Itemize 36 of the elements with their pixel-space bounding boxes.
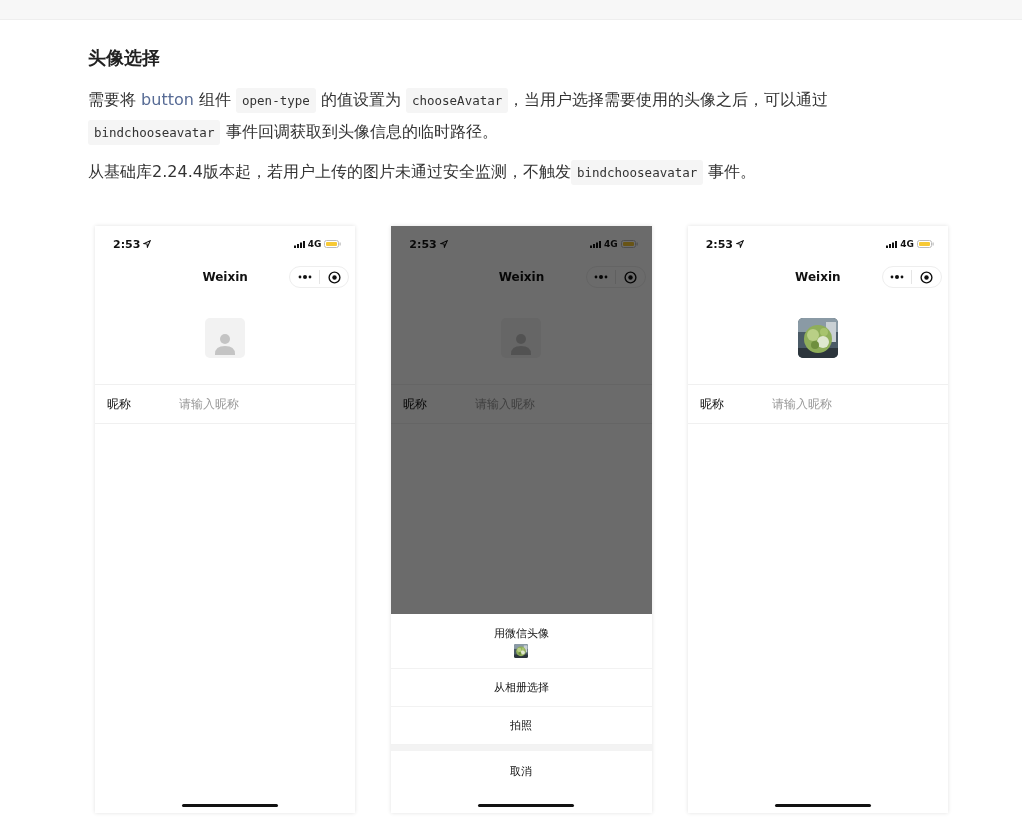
network-label: 4G xyxy=(900,239,914,249)
battery-icon xyxy=(324,240,342,248)
button-link[interactable]: button xyxy=(141,90,194,109)
nickname-label: 昵称 xyxy=(699,395,725,413)
inline-code: bindchooseavatar xyxy=(88,120,221,145)
paragraph: 从基础库2.24.4版本起，若用户上传的图片未通过安全监测，不触发 bindchooseavatar 事件。 xyxy=(88,156,948,188)
signal-icon xyxy=(590,240,601,248)
more-icon[interactable] xyxy=(890,275,905,279)
battery-icon xyxy=(620,240,638,248)
sheet-option[interactable]: 用微信头像 xyxy=(391,614,652,669)
nickname-label: 昵称 xyxy=(107,395,132,413)
network-label: 4G xyxy=(604,239,618,249)
location-icon xyxy=(143,240,152,248)
signal-icon xyxy=(293,240,305,248)
close-icon[interactable] xyxy=(327,270,341,284)
nickname-field[interactable]: 请输入昵称 xyxy=(179,397,329,411)
status-time: 2:53 xyxy=(113,237,141,251)
inline-code: bindchooseavatar xyxy=(570,160,704,185)
nickname-label: 昵称 xyxy=(403,395,429,413)
paragraph: 需要将 button 组件 open-type 的值设置为 chooseAvatar ，当用户选择需要使用的头像之后，可以通过 bindchooseavatar 事件回调获取到头像信息的临时路径。 xyxy=(88,84,948,148)
section-heading: 头像选择 xyxy=(88,46,161,70)
battery-icon xyxy=(917,240,934,248)
network-label: 4G xyxy=(307,239,322,249)
inline-code: chooseAvatar xyxy=(405,88,509,113)
nickname-field[interactable]: 请输入昵称 xyxy=(771,397,922,411)
location-icon xyxy=(736,240,745,248)
signal-icon xyxy=(886,240,898,248)
close-icon[interactable] xyxy=(920,270,934,284)
status-time: 2:53 xyxy=(705,237,734,251)
inline-code: open-type xyxy=(236,88,316,113)
page-title: Weixin xyxy=(202,270,248,284)
page-title: Weixin xyxy=(498,270,545,284)
location-icon xyxy=(439,240,448,248)
page-title: Weixin xyxy=(795,270,841,284)
status-time: 2:53 xyxy=(409,237,437,251)
more-icon[interactable] xyxy=(297,275,312,279)
